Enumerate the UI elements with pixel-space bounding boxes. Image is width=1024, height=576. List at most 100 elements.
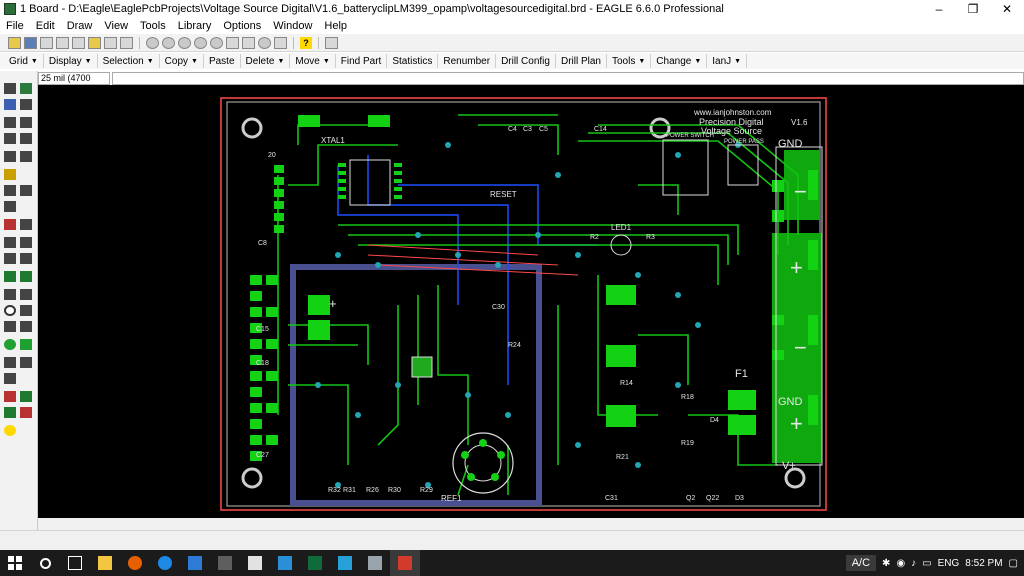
menu-draw[interactable]: Draw	[61, 20, 99, 32]
rect-tool-icon[interactable]	[4, 321, 16, 332]
statistics-button[interactable]: Statistics	[387, 54, 439, 68]
notifications-icon[interactable]: ▢	[1009, 558, 1018, 569]
display-tool-icon[interactable]	[4, 99, 16, 110]
horizontal-scrollbar[interactable]	[38, 518, 1024, 530]
start-button[interactable]	[0, 550, 30, 576]
errors-tool-icon[interactable]	[20, 407, 32, 418]
ripup-tool-icon[interactable]	[20, 271, 32, 282]
taskbar-app-1[interactable]	[180, 550, 210, 576]
paste-button[interactable]: Paste	[204, 54, 241, 68]
zoom-redraw-icon[interactable]	[194, 36, 207, 49]
search-button[interactable]	[30, 550, 60, 576]
add-tool-icon[interactable]	[20, 185, 32, 196]
circle-tool-icon[interactable]	[4, 305, 16, 316]
wire-tool-icon[interactable]	[4, 289, 16, 300]
group-tool-icon[interactable]	[4, 151, 16, 162]
polygon-tool-icon[interactable]	[20, 321, 32, 332]
tools-button[interactable]: Tools ▼	[607, 54, 652, 68]
keyboard-icon[interactable]: ▭	[922, 558, 931, 569]
arc-tool-icon[interactable]	[20, 305, 32, 316]
move-tool-icon[interactable]	[4, 117, 16, 128]
selection-button[interactable]: Selection ▼	[98, 54, 160, 68]
taskbar-app-2[interactable]	[210, 550, 240, 576]
find-part-button[interactable]: Find Part	[336, 54, 388, 68]
lock-tool-icon[interactable]	[4, 201, 16, 212]
maximize-button[interactable]: ❐	[956, 0, 990, 18]
grid-icon[interactable]	[325, 36, 338, 49]
via-tool-icon[interactable]	[4, 339, 16, 350]
zoom-out-icon[interactable]	[178, 36, 191, 49]
mirror-tool-icon[interactable]	[4, 133, 16, 144]
taskbar-edge[interactable]	[150, 550, 180, 576]
drill-plan-button[interactable]: Drill Plan	[556, 54, 607, 68]
autorouter-tool-icon[interactable]	[20, 391, 32, 402]
menu-help[interactable]: Help	[318, 20, 353, 32]
task-view-button[interactable]	[60, 550, 90, 576]
delete-tool-icon[interactable]	[4, 185, 16, 196]
command-input[interactable]	[112, 71, 1024, 85]
menu-tools[interactable]: Tools	[134, 20, 172, 32]
taskbar-app-4[interactable]	[270, 550, 300, 576]
renumber-button[interactable]: Renumber	[438, 54, 497, 68]
language-indicator[interactable]: ENG	[938, 558, 960, 569]
taskbar-file-explorer[interactable]	[90, 550, 120, 576]
drc-tool-icon[interactable]	[4, 407, 16, 418]
print-icon[interactable]	[40, 36, 53, 49]
menu-window[interactable]: Window	[267, 20, 318, 32]
signal-tool-icon[interactable]	[20, 339, 32, 350]
minimize-button[interactable]: –	[922, 0, 956, 18]
miter-tool-icon[interactable]	[4, 237, 16, 248]
grid-button[interactable]: Grid ▼	[4, 54, 44, 68]
change-tool-icon[interactable]	[20, 151, 32, 162]
taskbar-app-3[interactable]	[240, 550, 270, 576]
clock[interactable]: 8:52 PM	[965, 558, 1002, 569]
copy-tool-icon[interactable]	[20, 117, 32, 128]
attribute-tool-icon[interactable]	[20, 357, 32, 368]
menu-library[interactable]: Library	[172, 20, 218, 32]
taskbar-app-6[interactable]	[330, 550, 360, 576]
ulp-icon[interactable]	[104, 36, 117, 49]
zoom-select-icon[interactable]	[210, 36, 223, 49]
taskbar-app-5[interactable]	[300, 550, 330, 576]
stop-icon[interactable]	[258, 36, 271, 49]
rotate-tool-icon[interactable]	[20, 133, 32, 144]
mark-tool-icon[interactable]	[20, 99, 32, 110]
route-tool-icon[interactable]	[4, 271, 16, 282]
taskbar-app-7[interactable]	[360, 550, 390, 576]
value-tool-icon[interactable]	[20, 219, 32, 230]
script-icon[interactable]	[88, 36, 101, 49]
menu-edit[interactable]: Edit	[30, 20, 61, 32]
redo-icon[interactable]	[242, 36, 255, 49]
info-tool-icon[interactable]	[4, 83, 16, 94]
cam-icon[interactable]	[56, 36, 69, 49]
show-tool-icon[interactable]	[20, 83, 32, 94]
undo-icon[interactable]	[226, 36, 239, 49]
menu-view[interactable]: View	[98, 20, 134, 32]
volume-icon[interactable]: ♪	[911, 558, 916, 569]
close-button[interactable]: ✕	[990, 0, 1024, 18]
help-icon[interactable]: ?	[300, 36, 312, 49]
paste-tool-icon[interactable]	[4, 169, 16, 180]
ratsnest-tool-icon[interactable]	[4, 391, 16, 402]
ac-indicator[interactable]: A/C	[845, 555, 877, 571]
menu-file[interactable]: File	[0, 20, 30, 32]
optimize-tool-icon[interactable]	[4, 253, 16, 264]
board-schematic-icon[interactable]	[72, 36, 85, 49]
delete-button[interactable]: Delete ▼	[241, 54, 291, 68]
split-tool-icon[interactable]	[20, 237, 32, 248]
warning-tool-icon[interactable]	[4, 425, 16, 436]
text-tool-icon[interactable]	[20, 289, 32, 300]
display-button[interactable]: Display ▼	[44, 54, 98, 68]
smash-tool-icon[interactable]	[4, 219, 16, 230]
dimension-tool-icon[interactable]	[4, 373, 16, 384]
open-icon[interactable]	[8, 36, 21, 49]
ianj-button[interactable]: IanJ ▼	[707, 54, 748, 68]
network-icon[interactable]: ◉	[896, 558, 905, 569]
menu-options[interactable]: Options	[217, 20, 267, 32]
taskbar-firefox[interactable]	[120, 550, 150, 576]
hole-tool-icon[interactable]	[4, 357, 16, 368]
taskbar-eagle[interactable]	[390, 550, 420, 576]
zoom-in-icon[interactable]	[162, 36, 175, 49]
zoom-fit-icon[interactable]	[146, 36, 159, 49]
drill-config-button[interactable]: Drill Config	[496, 54, 556, 68]
